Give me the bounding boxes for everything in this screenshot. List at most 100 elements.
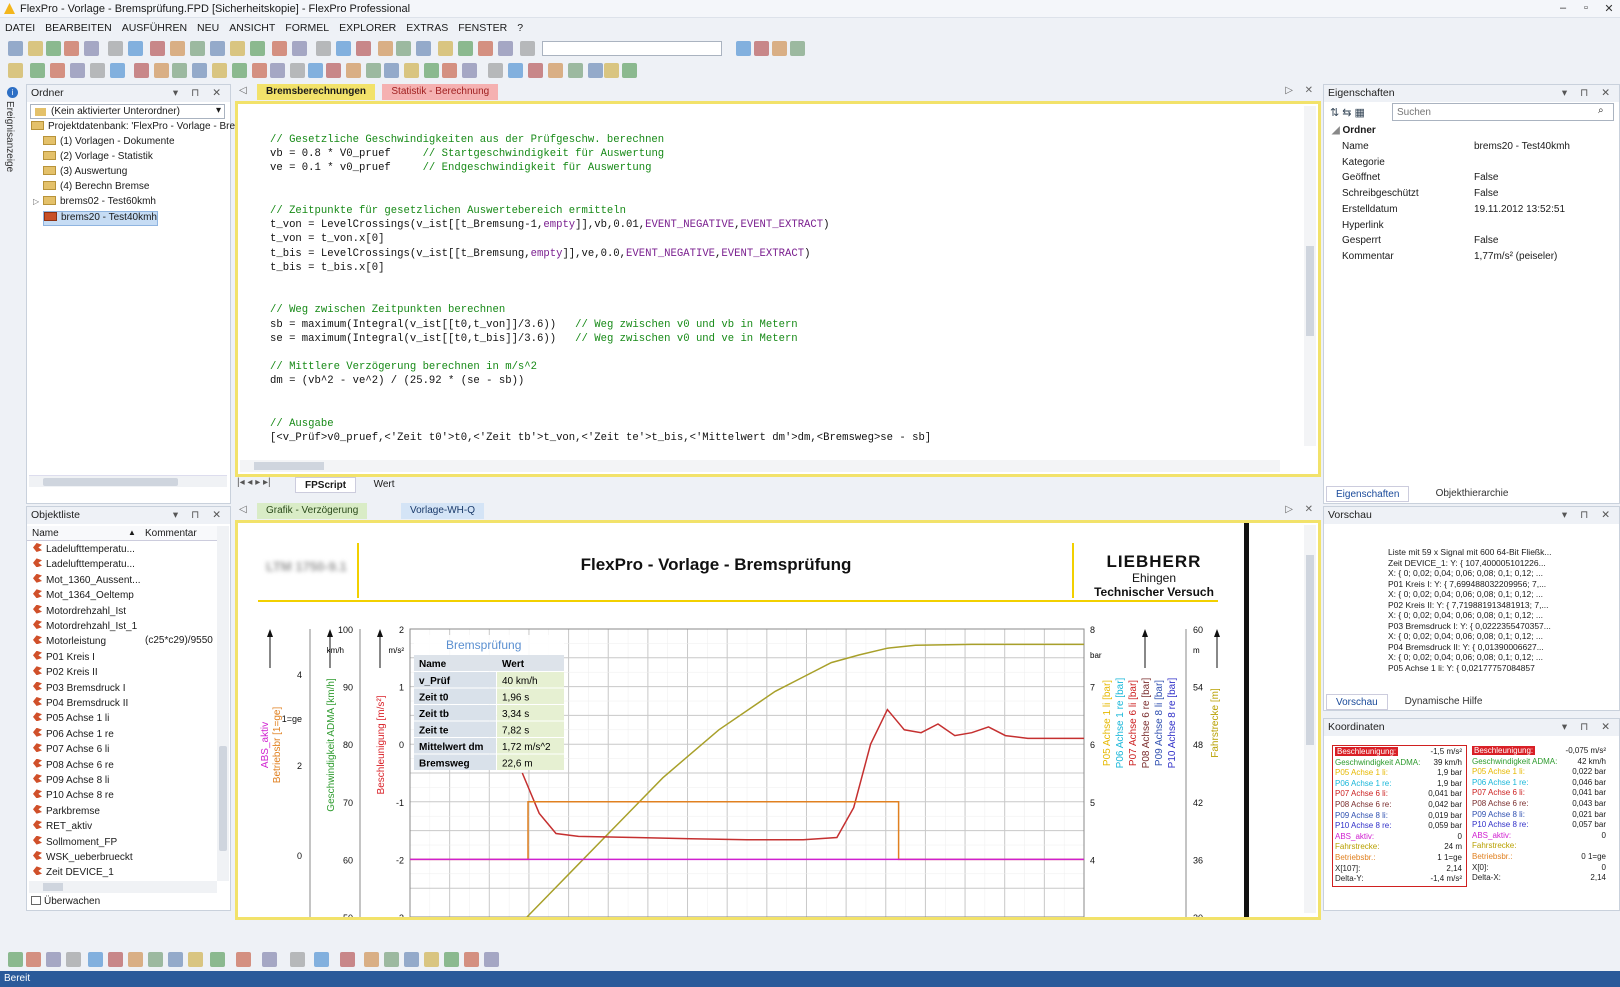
toolbar-icon[interactable]: [270, 63, 285, 78]
list-item[interactable]: Motordrehzahl_Ist_1: [27, 620, 227, 635]
toolbar-icon[interactable]: [292, 41, 307, 56]
tab-vorschau[interactable]: Vorschau: [1326, 694, 1388, 710]
tab-statistik-berechnung[interactable]: Statistik - Berechnung: [382, 84, 499, 100]
list-item[interactable]: P01 Kreis I: [27, 650, 227, 666]
toolbar-icon[interactable]: [188, 952, 203, 967]
list-item[interactable]: P10 Achse 8 re: [27, 789, 227, 804]
toolbar-icon[interactable]: [252, 63, 267, 78]
property-row[interactable]: Kommentar 1,77m/s² (peiseler): [1324, 249, 1609, 265]
toolbar-icon[interactable]: [70, 63, 85, 78]
tab-scroll-left-icon[interactable]: ◁: [239, 504, 247, 515]
menu-extras[interactable]: EXTRAS: [401, 20, 453, 36]
tab-scroll-left-icon[interactable]: ◁: [239, 85, 247, 96]
list-item[interactable]: Motordrehzahl_Ist: [27, 604, 227, 620]
toolbar-icon[interactable]: [336, 41, 351, 56]
toolbar-icon[interactable]: [46, 41, 61, 56]
list-item[interactable]: P04 Bremsdruck II: [27, 697, 227, 712]
object-list-hscrollbar[interactable]: [29, 881, 217, 893]
toolbar-icon[interactable]: [366, 63, 381, 78]
toolbar-icon[interactable]: [8, 952, 23, 967]
panel-controls[interactable]: ▾ ⊓ ✕: [1562, 721, 1615, 733]
tab-wert[interactable]: Wert: [365, 477, 404, 493]
toolbar-icon[interactable]: [604, 63, 619, 78]
toolbar-icon[interactable]: [290, 952, 305, 967]
column-header-name[interactable]: Name: [32, 528, 59, 539]
toolbar-icon[interactable]: [250, 41, 265, 56]
editor-nav-icons[interactable]: |◂ ◂ ▸ ▸|: [237, 477, 271, 488]
toolbar-icon[interactable]: [404, 63, 419, 78]
toolbar-icon[interactable]: [212, 63, 227, 78]
toolbar-icon[interactable]: [314, 952, 329, 967]
toolbar-icon[interactable]: [28, 41, 43, 56]
toolbar-icon[interactable]: [754, 41, 769, 56]
watch-tab[interactable]: Überwachen: [31, 896, 100, 907]
toolbar-icon[interactable]: [170, 41, 185, 56]
list-item[interactable]: RET_aktiv: [27, 820, 227, 835]
minimize-button[interactable]: –: [1555, 2, 1571, 15]
toolbar-icon[interactable]: [172, 63, 187, 78]
list-item[interactable]: P08 Achse 6 re: [27, 758, 227, 774]
tab-grafik-verz-gerung[interactable]: Grafik - Verzögerung: [257, 503, 368, 519]
toolbar-icon[interactable]: [548, 63, 563, 78]
expand-icon[interactable]: ▷: [33, 197, 39, 206]
toolbar-icon[interactable]: [84, 41, 99, 56]
tab-eigenschaften[interactable]: Eigenschaften: [1326, 486, 1410, 502]
folder-item[interactable]: (4) Berechn Bremse: [43, 181, 149, 196]
tab-scroll-right-icon[interactable]: ▷: [1285, 85, 1293, 96]
folder-item[interactable]: ▷ brems02 - Test60kmh: [33, 196, 156, 211]
toolbar-icon[interactable]: [90, 63, 105, 78]
toolbar-icon[interactable]: [108, 41, 123, 56]
toolbar-icon[interactable]: [26, 952, 41, 967]
toolbar-icon[interactable]: [262, 952, 277, 967]
toolbar-icon[interactable]: [50, 63, 65, 78]
list-item[interactable]: P05 Achse 1 li: [27, 712, 227, 727]
folder-combo[interactable]: (Kein aktivierter Unterordner) ▾: [30, 104, 225, 119]
toolbar-icon[interactable]: [444, 952, 459, 967]
property-row[interactable]: Geöffnet False: [1324, 170, 1609, 186]
toolbar-icon[interactable]: [464, 952, 479, 967]
toolbar-icon[interactable]: [346, 63, 361, 78]
column-header-comment[interactable]: Kommentar: [145, 528, 197, 539]
menu-fenster[interactable]: FENSTER: [453, 20, 512, 36]
toolbar-icon[interactable]: [378, 41, 393, 56]
list-item[interactable]: Sollmoment_FP: [27, 835, 227, 851]
property-row[interactable]: Hyperlink: [1324, 218, 1609, 234]
toolbar-icon[interactable]: [190, 41, 205, 56]
toolbar-icon[interactable]: [8, 41, 23, 56]
menu-formel[interactable]: FORMEL: [280, 20, 334, 36]
toolbar-icon[interactable]: [396, 41, 411, 56]
toolbar-icon[interactable]: [520, 41, 535, 56]
menu-ansicht[interactable]: ANSICHT: [224, 20, 280, 36]
toolbar-icon[interactable]: [210, 41, 225, 56]
property-row[interactable]: Kategorie: [1324, 155, 1609, 171]
property-row[interactable]: Erstelldatum 19.11.2012 13:52:51: [1324, 202, 1609, 218]
toolbar-icon[interactable]: [168, 952, 183, 967]
tab-fpscript[interactable]: FPScript: [295, 477, 357, 493]
properties-search-input[interactable]: [1392, 103, 1614, 121]
toolbar-icon[interactable]: [404, 952, 419, 967]
list-item[interactable]: Mot_1364_Oeltemp: [27, 589, 227, 604]
toolbar-icon[interactable]: [588, 63, 603, 78]
code-area[interactable]: // Gesetzliche Geschwindigkeiten aus der…: [235, 101, 1321, 477]
toolbar-icon[interactable]: [622, 63, 637, 78]
list-item[interactable]: Ladelufttemperatu...: [27, 543, 227, 558]
search-icon[interactable]: ⌕: [1598, 105, 1604, 116]
toolbar-icon[interactable]: [790, 41, 805, 56]
toolbar-icon[interactable]: [150, 41, 165, 56]
list-item[interactable]: P06 Achse 1 re: [27, 727, 227, 743]
document-vscrollbar[interactable]: [1304, 525, 1316, 913]
close-button[interactable]: ✕: [1601, 2, 1617, 15]
toolbar-icon[interactable]: [30, 63, 45, 78]
toolbar-icon[interactable]: [210, 952, 225, 967]
toolbar-icon[interactable]: [416, 41, 431, 56]
toolbar-icon[interactable]: [458, 41, 473, 56]
object-list-vscrollbar[interactable]: [217, 526, 229, 881]
folder-hscrollbar[interactable]: [29, 475, 227, 487]
toolbar-icon[interactable]: [442, 63, 457, 78]
toolbar-icon[interactable]: [290, 63, 305, 78]
code-vscrollbar[interactable]: [1304, 106, 1316, 446]
toolbar-icon[interactable]: [134, 63, 149, 78]
property-row[interactable]: Gesperrt False: [1324, 233, 1609, 249]
panel-controls[interactable]: ▾ ⊓ ✕: [1562, 87, 1615, 99]
menu-neu[interactable]: NEU: [192, 20, 224, 36]
